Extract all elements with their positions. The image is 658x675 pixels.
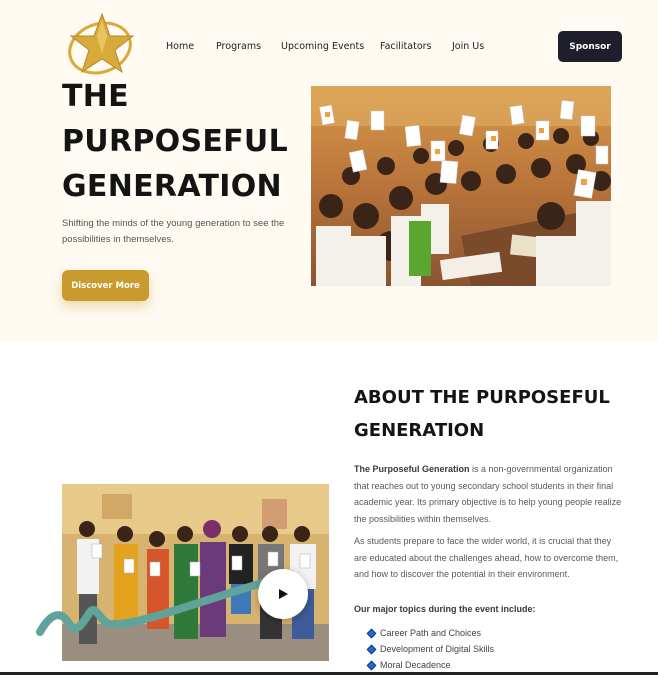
list-item: Career Path and Choices [366,625,494,641]
hero-title-line: PURPOSEFUL [62,124,289,159]
nav-programs[interactable]: Programs [216,41,261,52]
about-paragraph-2: As students prepare to face the wider wo… [354,536,619,579]
about-title-line: GENERATION [354,420,485,441]
topics-list: Career Path and Choices Development of D… [366,625,495,673]
play-icon [279,589,288,599]
hero-classroom-photo [311,86,611,286]
hero-title: THE PURPOSEFUL GENERATION [62,74,302,209]
diamond-bullet-icon [366,660,377,670]
discover-more-button[interactable]: Discover More [62,270,149,301]
sponsor-button[interactable]: Sponsor [558,31,622,62]
nav-upcoming-events[interactable]: Upcoming Events [281,41,364,52]
hero-subtitle: Shifting the minds of the young generati… [62,218,285,245]
nav-home[interactable]: Home [166,41,194,52]
topic-label: Moral Decadence [380,660,451,670]
nav-join-us[interactable]: Join Us [452,41,484,52]
diamond-bullet-icon [366,628,377,638]
decorative-squiggle-icon [36,570,295,636]
diamond-bullet-icon [366,644,377,654]
hero-section: Home Programs Upcoming Events Facilitato… [0,0,658,342]
hero-title-line: GENERATION [62,169,282,204]
org-name: The Purposeful Generation [354,464,470,474]
about-paragraph-1: The Purposeful Generation is a non-gover… [354,461,622,527]
topic-label: Development of Digital Skills [380,644,495,654]
hero-title-line: THE [62,79,129,114]
about-title-line: ABOUT THE PURPOSEFUL [354,387,610,408]
topic-label: Career Path and Choices [380,628,482,638]
about-title: ABOUT THE PURPOSEFUL GENERATION [354,381,644,447]
list-item: Moral Decadence [366,657,494,673]
nav-facilitators[interactable]: Facilitators [380,41,432,52]
play-video-button[interactable] [258,569,308,619]
list-item: Development of Digital Skills [366,641,495,657]
topics-heading: Our major topics during the event includ… [354,604,536,614]
